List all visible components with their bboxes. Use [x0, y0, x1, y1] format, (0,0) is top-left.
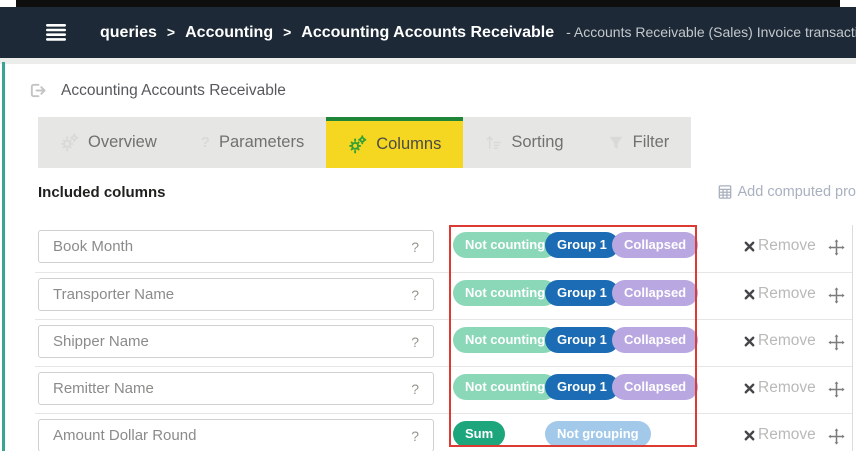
header-divider-strip: [0, 58, 856, 64]
column-name: Amount Dollar Round: [53, 427, 196, 444]
included-columns-list: Book Month ? Not counting Group 1 Collap…: [35, 225, 853, 451]
remove-label: Remove: [758, 237, 816, 255]
table-right-edge: [852, 225, 853, 451]
sum-badge[interactable]: Sum: [453, 421, 505, 447]
export-arrow-icon: [28, 81, 47, 100]
remove-button[interactable]: Remove: [743, 285, 816, 303]
add-computed-property-button[interactable]: Add computed pro: [718, 184, 856, 200]
collapsed-badge[interactable]: Collapsed: [612, 232, 698, 258]
collapsed-badge[interactable]: Collapsed: [612, 374, 698, 400]
help-icon[interactable]: ?: [411, 239, 419, 255]
remove-label: Remove: [758, 332, 816, 350]
breadcrumb-separator: >: [167, 24, 175, 40]
tab-overview[interactable]: Overview: [38, 117, 179, 168]
column-name-input[interactable]: Transporter Name ?: [38, 278, 434, 311]
remove-label: Remove: [758, 285, 816, 303]
included-columns-heading: Included columns: [38, 184, 166, 201]
x-icon: [743, 429, 756, 442]
breadcrumb-accounting[interactable]: Accounting: [185, 24, 273, 42]
tab-filter[interactable]: Filter: [586, 117, 692, 168]
group-badge[interactable]: Group 1: [545, 232, 619, 258]
cogs-icon: [348, 135, 367, 154]
column-name-input[interactable]: Amount Dollar Round ?: [38, 419, 434, 451]
tab-sorting[interactable]: Sorting: [463, 117, 585, 168]
tab-columns[interactable]: Columns: [326, 117, 463, 168]
breadcrumb: queries > Accounting > Accounting Accoun…: [100, 24, 856, 42]
tab-label: Parameters: [219, 133, 304, 152]
column-row: Amount Dollar Round ? Sum Not grouping R…: [35, 413, 853, 451]
tab-label: Overview: [88, 133, 157, 152]
tab-label: Columns: [376, 135, 441, 154]
counting-badge[interactable]: Not counting: [453, 232, 557, 258]
x-icon: [743, 288, 756, 301]
calculator-icon: [718, 185, 732, 199]
move-handle-icon[interactable]: [827, 286, 846, 305]
help-icon[interactable]: ?: [411, 381, 419, 397]
collapsed-badge[interactable]: Collapsed: [612, 327, 698, 353]
column-name-input[interactable]: Remitter Name ?: [38, 372, 434, 405]
column-name: Shipper Name: [53, 333, 149, 350]
column-row: Remitter Name ? Not counting Group 1 Col…: [35, 366, 853, 413]
counting-badge[interactable]: Not counting: [453, 327, 557, 353]
add-computed-label: Add computed pro: [738, 184, 856, 200]
column-name-input[interactable]: Shipper Name ?: [38, 325, 434, 358]
column-name: Remitter Name: [53, 380, 154, 397]
remove-label: Remove: [758, 426, 816, 444]
grouping-badge[interactable]: Not grouping: [545, 421, 651, 447]
column-row: Shipper Name ? Not counting Group 1 Coll…: [35, 319, 853, 366]
group-badge[interactable]: Group 1: [545, 280, 619, 306]
top-navbar: queries > Accounting > Accounting Accoun…: [0, 7, 856, 58]
group-badge[interactable]: Group 1: [545, 327, 619, 353]
breadcrumb-current-query: Accounting Accounts Receivable: [301, 24, 554, 42]
column-name: Transporter Name: [53, 286, 174, 303]
move-handle-icon[interactable]: [827, 238, 846, 257]
page-title: Accounting Accounts Receivable: [61, 82, 286, 100]
breadcrumb-queries[interactable]: queries: [100, 24, 157, 42]
group-badge[interactable]: Group 1: [545, 374, 619, 400]
x-icon: [743, 240, 756, 253]
x-icon: [743, 382, 756, 395]
question-icon: ?: [201, 134, 210, 151]
sort-icon: [485, 134, 502, 151]
counting-badge[interactable]: Not counting: [453, 280, 557, 306]
cogs-icon: [60, 133, 79, 152]
remove-button[interactable]: Remove: [743, 332, 816, 350]
left-accent-edge: [2, 62, 5, 451]
column-name: Book Month: [53, 238, 133, 255]
help-icon[interactable]: ?: [411, 428, 419, 444]
remove-button[interactable]: Remove: [743, 426, 816, 444]
move-handle-icon[interactable]: [827, 333, 846, 352]
tab-label: Sorting: [511, 133, 563, 152]
remove-button[interactable]: Remove: [743, 379, 816, 397]
column-row: Transporter Name ? Not counting Group 1 …: [35, 272, 853, 319]
remove-label: Remove: [758, 379, 816, 397]
query-description: - Accounts Receivable (Sales) Invoice tr…: [566, 24, 856, 40]
help-icon[interactable]: ?: [411, 334, 419, 350]
tab-bar: Overview ? Parameters Columns: [38, 117, 691, 168]
collapsed-badge[interactable]: Collapsed: [612, 280, 698, 306]
tab-parameters[interactable]: ? Parameters: [179, 117, 326, 168]
menu-list-icon[interactable]: [46, 24, 66, 41]
move-handle-icon[interactable]: [827, 427, 846, 446]
x-icon: [743, 335, 756, 348]
move-handle-icon[interactable]: [827, 380, 846, 399]
breadcrumb-separator: >: [283, 24, 291, 40]
filter-icon: [608, 135, 624, 151]
top-strip: [16, 0, 840, 7]
column-row: Book Month ? Not counting Group 1 Collap…: [35, 225, 853, 272]
help-icon[interactable]: ?: [411, 287, 419, 303]
column-name-input[interactable]: Book Month ?: [38, 230, 434, 263]
remove-button[interactable]: Remove: [743, 237, 816, 255]
query-editor-page: queries > Accounting > Accounting Accoun…: [0, 0, 856, 451]
title-row: Accounting Accounts Receivable: [28, 81, 286, 100]
counting-badge[interactable]: Not counting: [453, 374, 557, 400]
tab-label: Filter: [633, 133, 670, 152]
